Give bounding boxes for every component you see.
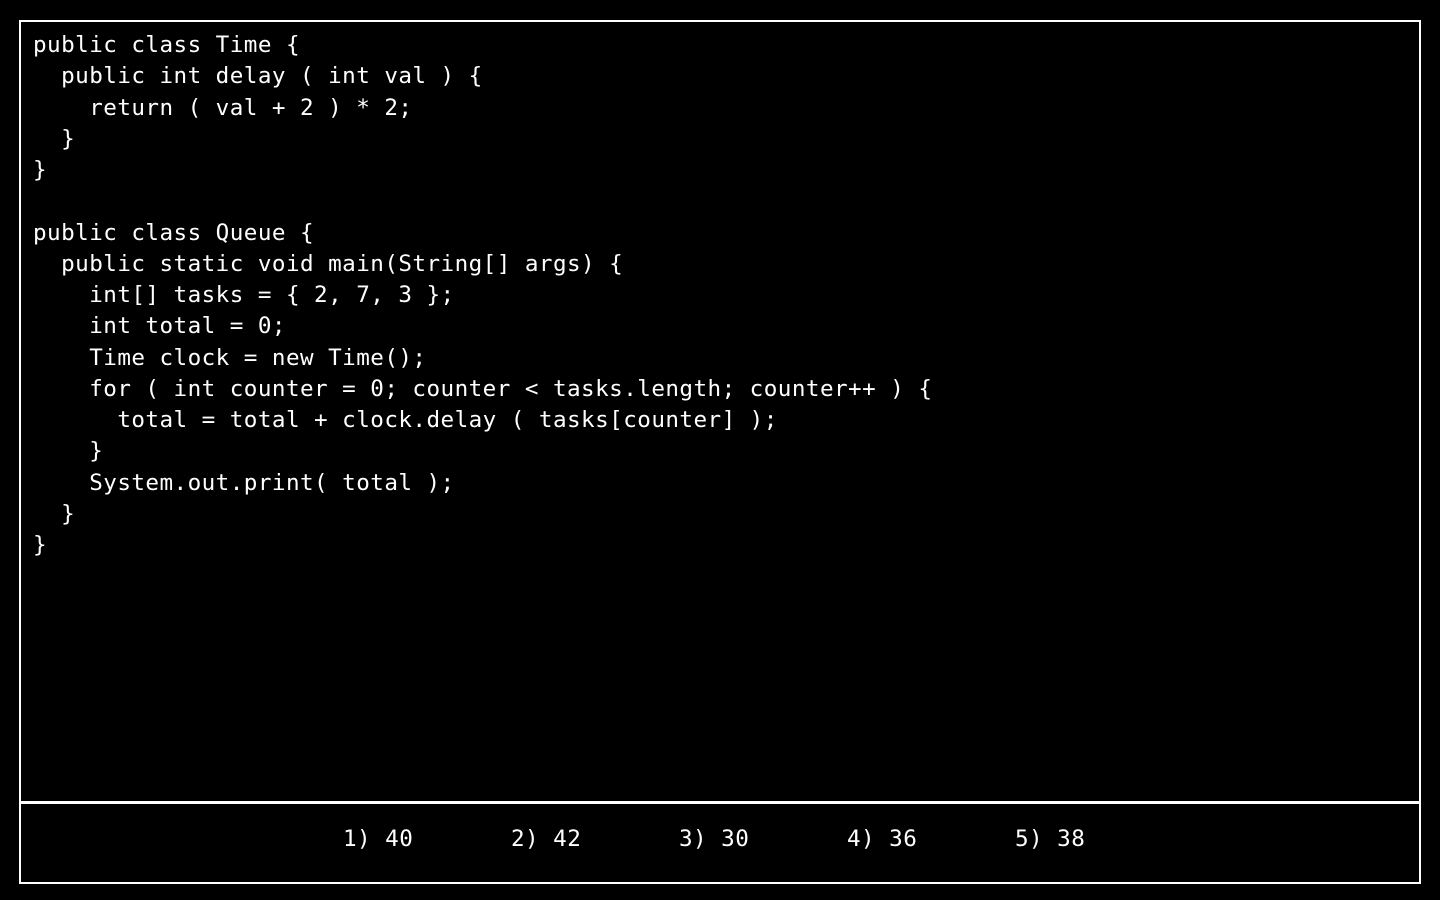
code-block: public class Time { public int delay ( i…	[33, 30, 932, 561]
code-panel: public class Time { public int delay ( i…	[21, 22, 1419, 801]
answer-option-3[interactable]: 3) 30	[679, 826, 749, 852]
code-line: total = total + clock.delay ( tasks[coun…	[33, 407, 778, 433]
code-line: }	[33, 532, 48, 558]
code-line: public int delay ( int val ) {	[33, 63, 483, 90]
code-line: }	[33, 500, 76, 527]
code-line: return ( val + 2 ) * 2;	[33, 94, 413, 121]
code-line: int[] tasks = { 2, 7, 3 };	[33, 282, 455, 308]
code-line: public class Time {	[33, 32, 300, 58]
code-line: public class Queue {	[33, 219, 315, 246]
code-line: for ( int counter = 0; counter < tasks.l…	[33, 375, 933, 402]
code-line: }	[33, 125, 76, 152]
code-line: public static void main(String[] args) {	[33, 250, 624, 277]
answer-option-5[interactable]: 5) 38	[1015, 826, 1085, 852]
code-line: Time clock = new Time();	[33, 344, 427, 371]
code-line: int total = 0;	[33, 313, 286, 340]
answer-option-2[interactable]: 2) 42	[511, 826, 581, 852]
answer-option-4[interactable]: 4) 36	[847, 826, 917, 852]
code-line: }	[33, 438, 104, 465]
answer-options: 1) 40 2) 42 3) 30 4) 36 5) 38	[21, 804, 1419, 882]
code-line: }	[33, 157, 48, 183]
code-line: System.out.print( total );	[33, 469, 455, 496]
quiz-frame: public class Time { public int delay ( i…	[19, 20, 1421, 884]
answer-option-1[interactable]: 1) 40	[343, 826, 413, 852]
